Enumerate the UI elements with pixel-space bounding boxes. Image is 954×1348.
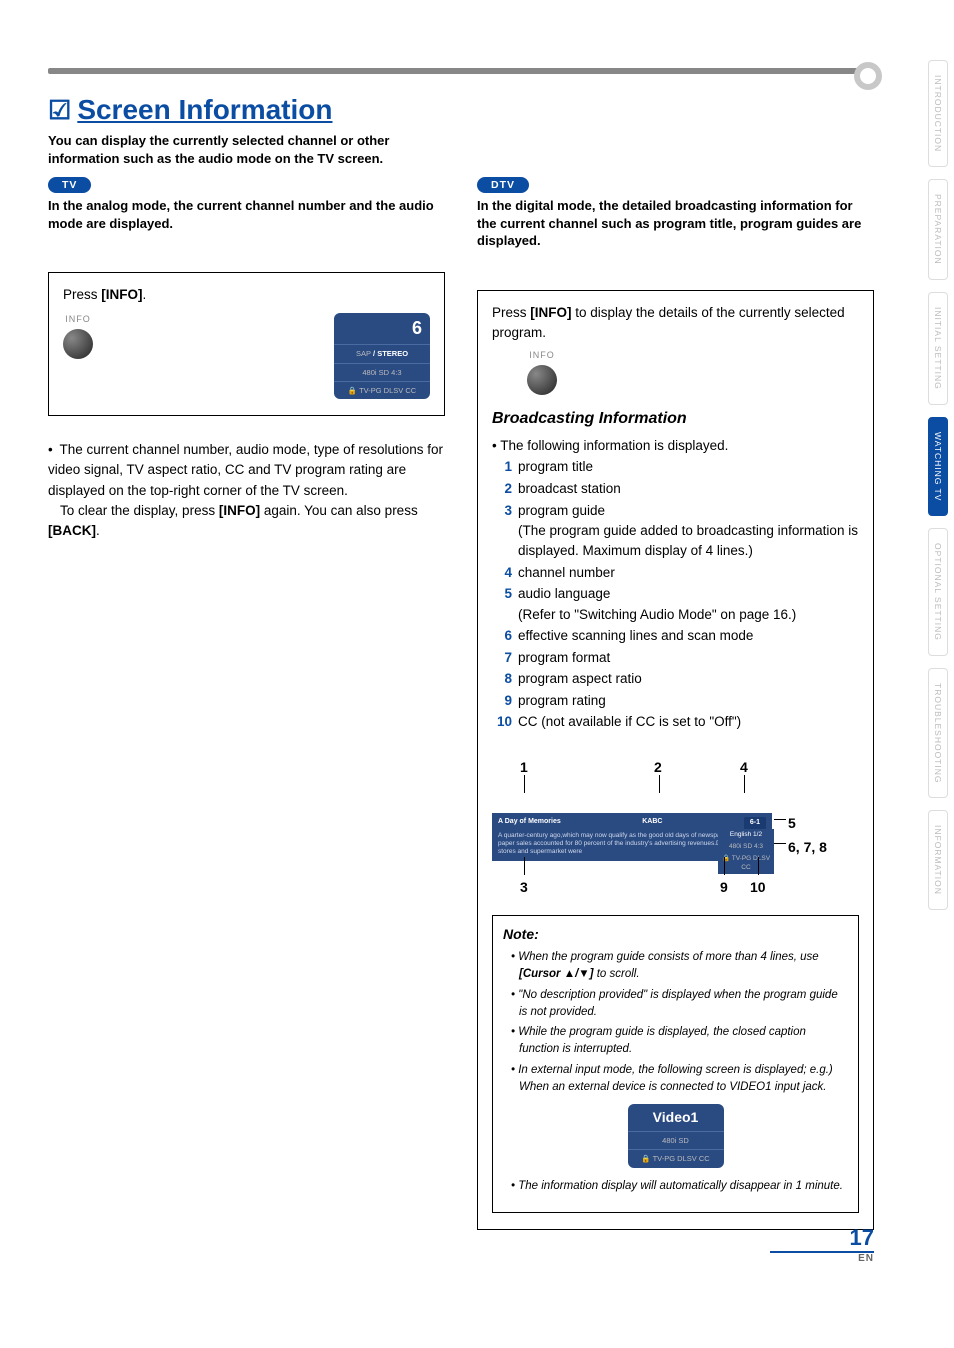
osd-rating: 🔒 TV-PG DLSV CC — [334, 381, 430, 399]
dtv-step-box: Press [INFO] to display the details of t… — [477, 290, 874, 1230]
fig-channel: 6-1 — [744, 817, 766, 830]
note-box: Note: • When the program guide consists … — [492, 915, 859, 1213]
press-text: Press — [63, 287, 101, 302]
dtv-mode-desc: In the digital mode, the detailed broadc… — [477, 197, 874, 250]
header-rule — [48, 68, 874, 74]
tab-watching-tv[interactable]: WATCHING TV — [928, 417, 948, 516]
osd-channel-number: 6 — [334, 313, 430, 344]
decorative-circle — [854, 62, 882, 90]
analog-explanation: • The current channel number, audio mode… — [48, 440, 445, 541]
page-subtitle: You can display the currently selected c… — [48, 132, 448, 167]
note-heading: Note: — [503, 924, 848, 945]
page-number: 17 EN — [770, 1225, 874, 1264]
info-remote-button: INFO — [63, 313, 93, 359]
tv-step-box: Press [INFO]. INFO 6 SAP / STEREO 480i S… — [48, 272, 445, 416]
page-title: Screen Information — [77, 94, 332, 126]
checkbox-icon: ☑ — [48, 95, 71, 126]
info-remote-button: INFO — [522, 349, 562, 395]
info-key: [INFO] — [530, 305, 571, 320]
fig-station: KABC — [642, 817, 662, 830]
round-button-icon — [63, 329, 93, 359]
tab-troubleshooting[interactable]: TROUBLESHOOTING — [928, 668, 948, 798]
tab-optional-setting[interactable]: OPTIONAL SETTING — [928, 528, 948, 656]
osd-resolution: 480i SD 4:3 — [334, 363, 430, 381]
tab-initial-setting[interactable]: INITIAL SETTING — [928, 292, 948, 405]
info-key: [INFO] — [101, 287, 142, 302]
tab-information[interactable]: INFORMATION — [928, 810, 948, 910]
fig-rating: 🔒 TV-PG DLSV CC — [718, 853, 774, 875]
info-button-label: INFO — [63, 313, 93, 327]
external-input-osd: Video1 480i SD 🔒 TV-PG DLSV CC — [628, 1104, 724, 1168]
tv-mode-desc: In the analog mode, the current channel … — [48, 197, 445, 232]
tab-introduction[interactable]: INTRODUCTION — [928, 60, 948, 167]
section-tabs: INTRODUCTION PREPARATION INITIAL SETTING… — [928, 60, 948, 910]
dtv-osd-figure: 1 2 4 A Day of Memories KABC 6-1 A quart… — [492, 757, 859, 907]
analog-osd-preview: 6 SAP / STEREO 480i SD 4:3 🔒 TV-PG DLSV … — [334, 313, 430, 399]
round-button-icon — [527, 365, 557, 395]
video-label: Video1 — [628, 1104, 724, 1131]
dtv-mode-tag: DTV — [477, 177, 529, 193]
fig-resolution: 480i SD 4:3 — [718, 841, 774, 853]
tv-mode-tag: TV — [48, 177, 91, 193]
tab-preparation[interactable]: PREPARATION — [928, 179, 948, 280]
fig-program-title: A Day of Memories — [498, 817, 561, 830]
fig-audio: English 1/2 — [718, 829, 774, 841]
broadcast-info-heading: Broadcasting Information — [492, 407, 859, 431]
